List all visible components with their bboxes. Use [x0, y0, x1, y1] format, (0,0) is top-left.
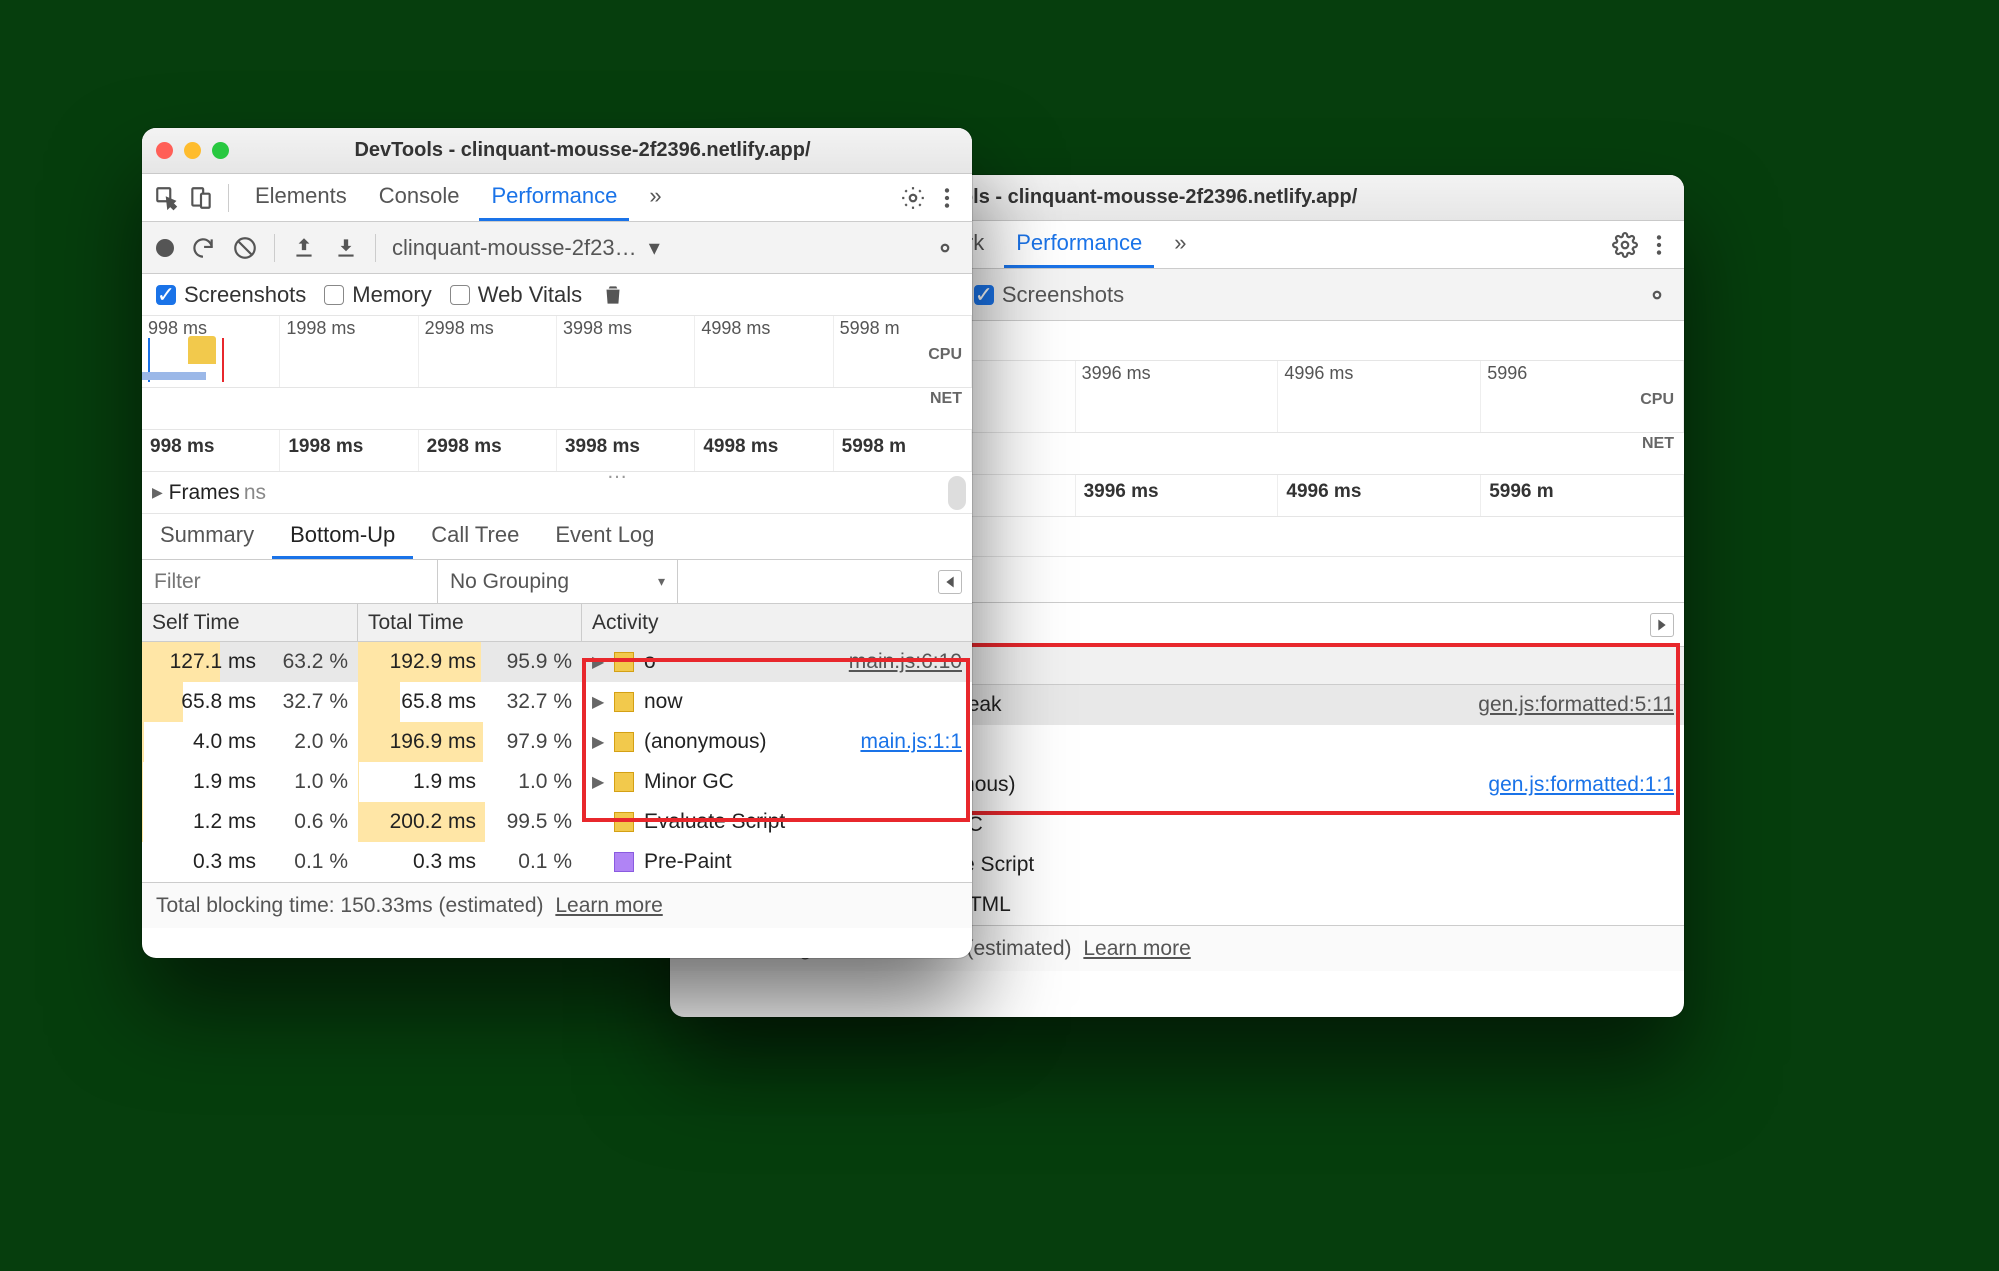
- source-link[interactable]: gen.js:formatted:1:1: [1488, 773, 1674, 797]
- screenshots-checkbox[interactable]: ✓Screenshots: [156, 282, 306, 308]
- trash-icon[interactable]: [600, 282, 626, 308]
- subtab-calltree[interactable]: Call Tree: [413, 522, 537, 559]
- cpu-label: CPU: [1640, 391, 1674, 409]
- capture-options: ✓Screenshots Memory Web Vitals: [142, 274, 972, 316]
- activity-color-icon: [614, 772, 634, 792]
- table-row[interactable]: 0.3 ms0.1 %0.3 ms0.1 %Pre-Paint: [142, 842, 972, 882]
- tabs-overflow[interactable]: »: [1162, 221, 1198, 268]
- scrollbar-thumb[interactable]: [948, 476, 966, 510]
- download-icon[interactable]: [333, 235, 359, 261]
- frames-row[interactable]: … ▶ Frames ns: [142, 472, 972, 514]
- gear-icon[interactable]: [932, 235, 958, 261]
- url-select[interactable]: clinquant-mousse-2f23… ▾: [392, 235, 660, 261]
- webvitals-checkbox[interactable]: Web Vitals: [450, 282, 582, 308]
- activity-color-icon: [614, 652, 634, 672]
- table-row[interactable]: 127.1 ms63.2 %192.9 ms95.9 %▶omain.js:6:…: [142, 642, 972, 682]
- learn-more-link[interactable]: Learn more: [555, 894, 662, 918]
- cpu-label: CPU: [928, 346, 962, 364]
- minimize-icon[interactable]: [184, 142, 201, 159]
- source-link[interactable]: main.js:1:1: [860, 730, 962, 754]
- subtab-eventlog[interactable]: Event Log: [537, 522, 672, 559]
- kebab-icon[interactable]: [1646, 232, 1672, 258]
- gear-icon[interactable]: [900, 185, 926, 211]
- source-link[interactable]: main.js:6:10: [849, 650, 962, 674]
- perf-toolbar: clinquant-mousse-2f23… ▾: [142, 222, 972, 274]
- table-header: Self Time Total Time Activity: [142, 604, 972, 642]
- learn-more-link[interactable]: Learn more: [1083, 937, 1190, 961]
- titlebar: DevTools - clinquant-mousse-2f2396.netli…: [142, 128, 972, 174]
- activity-color-icon: [614, 812, 634, 832]
- window-title: DevTools - clinquant-mousse-2f2396.netli…: [255, 139, 958, 162]
- reload-icon[interactable]: [190, 235, 216, 261]
- device-icon[interactable]: [188, 185, 214, 211]
- subtab-bottomup[interactable]: Bottom-Up: [272, 522, 413, 559]
- devtools-window-before: DevTools - clinquant-mousse-2f2396.netli…: [142, 128, 972, 958]
- heavy-stack-icon[interactable]: [1650, 613, 1674, 637]
- activity-color-icon: [614, 692, 634, 712]
- col-self-time[interactable]: Self Time: [142, 604, 358, 641]
- col-total-time[interactable]: Total Time: [358, 604, 582, 641]
- tab-performance[interactable]: Performance: [479, 174, 629, 221]
- bottom-panel-tabs: Summary Bottom-Up Call Tree Event Log: [142, 514, 972, 560]
- close-icon[interactable]: [156, 142, 173, 159]
- clear-icon[interactable]: [232, 235, 258, 261]
- grouping-select[interactable]: No Grouping▾: [438, 560, 678, 603]
- record-button[interactable]: [156, 239, 174, 257]
- source-link[interactable]: gen.js:formatted:5:11: [1478, 693, 1674, 717]
- gear-icon[interactable]: [1644, 282, 1670, 308]
- table-row[interactable]: 1.2 ms0.6 %200.2 ms99.5 %Evaluate Script: [142, 802, 972, 842]
- activity-color-icon: [614, 732, 634, 752]
- tab-console[interactable]: Console: [367, 174, 472, 221]
- tabs-overflow[interactable]: »: [637, 174, 673, 221]
- table-row[interactable]: 4.0 ms2.0 %196.9 ms97.9 %▶(anonymous)mai…: [142, 722, 972, 762]
- gear-icon[interactable]: [1612, 232, 1638, 258]
- tab-elements[interactable]: Elements: [243, 174, 359, 221]
- inspect-icon[interactable]: [154, 185, 180, 211]
- col-activity[interactable]: Activity: [582, 604, 972, 641]
- devtools-tabs: Elements Console Performance »: [142, 174, 972, 222]
- table-row[interactable]: 65.8 ms32.7 %65.8 ms32.7 %▶now: [142, 682, 972, 722]
- kebab-icon[interactable]: [934, 185, 960, 211]
- net-lane: NET: [142, 388, 972, 430]
- window-controls[interactable]: [156, 142, 229, 159]
- activity-color-icon: [614, 852, 634, 872]
- tab-performance[interactable]: Performance: [1004, 221, 1154, 268]
- zoom-icon[interactable]: [212, 142, 229, 159]
- subtab-summary[interactable]: Summary: [142, 522, 272, 559]
- filter-row: No Grouping▾: [142, 560, 972, 604]
- filter-input[interactable]: [142, 560, 438, 603]
- heavy-stack-icon[interactable]: [938, 570, 962, 594]
- upload-icon[interactable]: [291, 235, 317, 261]
- footer: Total blocking time: 150.33ms (estimated…: [142, 882, 972, 928]
- screenshots-checkbox[interactable]: ✓Screenshots: [974, 282, 1124, 308]
- table-row[interactable]: 1.9 ms1.0 %1.9 ms1.0 %▶Minor GC: [142, 762, 972, 802]
- overview-timeline[interactable]: 998 ms 1998 ms 2998 ms 3998 ms 4998 ms 5…: [142, 316, 972, 388]
- memory-checkbox[interactable]: Memory: [324, 282, 431, 308]
- bottom-up-table: 127.1 ms63.2 %192.9 ms95.9 %▶omain.js:6:…: [142, 642, 972, 882]
